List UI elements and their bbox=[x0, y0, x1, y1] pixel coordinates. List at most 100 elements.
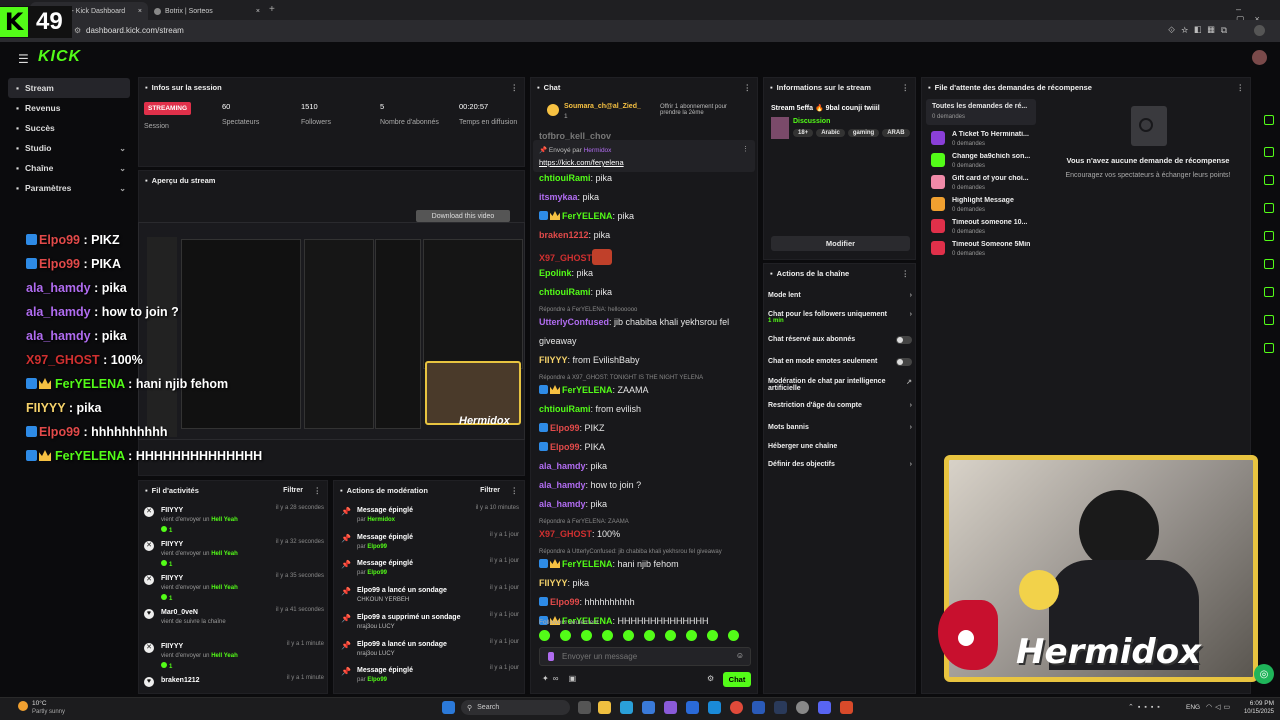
site-info-icon[interactable]: ⚙ bbox=[74, 26, 81, 35]
pinned-link[interactable]: https://kick.com/feryelena bbox=[539, 158, 624, 167]
emote-icon[interactable] bbox=[728, 630, 739, 641]
brave-icon[interactable] bbox=[840, 701, 853, 714]
activity-username[interactable]: FIIYYY bbox=[161, 643, 183, 650]
chat-tools-icons[interactable]: ✦∞ ▣ bbox=[542, 674, 580, 683]
emote-icon[interactable] bbox=[623, 630, 634, 641]
chat-username[interactable]: X97_GHOST bbox=[539, 253, 592, 263]
emote-quick-bar[interactable] bbox=[539, 629, 751, 642]
rail-wrench-icon[interactable] bbox=[1258, 312, 1278, 326]
channel-action-1[interactable]: Chat pour les followers uniquement 1 min › bbox=[768, 311, 912, 324]
moderation-who[interactable]: Elpo99 bbox=[367, 544, 387, 550]
channel-action-8[interactable]: Définir des objectifs › bbox=[768, 461, 912, 468]
system-tray-icons[interactable]: ⌃▪▪▪▪ bbox=[1128, 703, 1164, 711]
toggle-switch[interactable] bbox=[896, 358, 912, 366]
file-explorer-icon[interactable] bbox=[598, 701, 611, 714]
chrome-icon[interactable] bbox=[730, 701, 743, 714]
chat-username[interactable]: UtterlyConfused bbox=[539, 317, 609, 327]
rail-edit-icon[interactable] bbox=[1258, 112, 1278, 126]
chat-username[interactable]: Elpo99 bbox=[550, 423, 580, 433]
activity-filter-button[interactable]: Filtrer bbox=[283, 487, 303, 494]
emoji-picker-icon[interactable]: ☺ bbox=[736, 651, 744, 660]
browser-profile-avatar[interactable] bbox=[1254, 25, 1265, 36]
chat-username[interactable]: ala_hamdy bbox=[539, 480, 586, 490]
task-view-icon[interactable] bbox=[578, 701, 591, 714]
edge-icon[interactable] bbox=[620, 701, 633, 714]
weather-desc[interactable]: Partly sunny bbox=[32, 709, 65, 715]
sidebar-item-parametres[interactable]: ▪ Paramètres ⌄ bbox=[0, 178, 134, 198]
rail-ban-icon[interactable] bbox=[1258, 144, 1278, 158]
reward-item[interactable]: A Ticket To Herminati... 0 demandes bbox=[931, 131, 1041, 151]
floating-action-button[interactable]: ◎ bbox=[1254, 664, 1274, 684]
all-requests-item[interactable]: Toutes les demandes de ré... 0 demandes bbox=[926, 99, 1036, 125]
close-tab-icon[interactable]: × bbox=[138, 8, 142, 15]
emote-icon[interactable] bbox=[602, 630, 613, 641]
chat-settings-icon[interactable]: ⚙ bbox=[707, 674, 714, 683]
channel-action-3[interactable]: Chat en mode emotes seulement bbox=[768, 358, 912, 366]
obs-icon[interactable] bbox=[796, 701, 809, 714]
chat-input-box[interactable]: ☺ bbox=[539, 647, 751, 666]
kick-logo[interactable]: KICK bbox=[38, 48, 81, 66]
language-indicator[interactable]: ENG bbox=[1186, 704, 1200, 711]
mail-icon[interactable] bbox=[708, 701, 721, 714]
moderation-who[interactable]: CHKOUN YERBEH bbox=[357, 597, 409, 603]
sidebar-item-stream[interactable]: ▪ Stream bbox=[8, 78, 130, 98]
gift-sub-cta[interactable]: Offrir 1 abonnement pour prendre la 2ème bbox=[660, 104, 740, 116]
moderation-who[interactable]: nraj3ou LUCY bbox=[357, 624, 395, 630]
steam-icon[interactable] bbox=[774, 701, 787, 714]
app-icon[interactable] bbox=[664, 701, 677, 714]
address-bar[interactable] bbox=[0, 20, 1280, 42]
sidebar-item-chaine[interactable]: ▪ Chaîne ⌄ bbox=[0, 158, 134, 178]
more-options-icon[interactable]: ⋮ bbox=[314, 486, 322, 495]
url-text[interactable]: dashboard.kick.com/stream bbox=[86, 26, 184, 35]
channel-action-7[interactable]: Héberger une chaîne bbox=[768, 443, 912, 450]
emote-icon[interactable] bbox=[707, 630, 718, 641]
reward-item[interactable]: Timeout Someone 5Min 0 demandes bbox=[931, 241, 1041, 261]
chat-username[interactable]: braken1212 bbox=[539, 230, 589, 240]
clock-date[interactable]: 10/15/2025 bbox=[1240, 709, 1274, 715]
chat-username[interactable]: FerYELENA bbox=[562, 211, 613, 221]
emote-icon[interactable] bbox=[665, 630, 676, 641]
rail-chat-icon[interactable] bbox=[1258, 228, 1278, 242]
moderation-who[interactable]: nraj3ou LUCY bbox=[357, 651, 395, 657]
chat-username[interactable]: FerYELENA bbox=[562, 559, 613, 569]
sidebar-item-succes[interactable]: ▪ Succès bbox=[0, 118, 134, 138]
new-tab-icon[interactable]: + bbox=[269, 4, 275, 15]
edit-stream-info-button[interactable]: Modifier bbox=[771, 236, 910, 251]
store-icon[interactable] bbox=[642, 701, 655, 714]
clock-time[interactable]: 6:09 PM bbox=[1244, 700, 1274, 707]
chat-username[interactable]: X97_GHOST bbox=[539, 529, 592, 539]
more-options-icon[interactable]: ⋮ bbox=[511, 83, 519, 92]
category-link[interactable]: Discussion bbox=[793, 118, 830, 125]
chat-username[interactable]: ala_hamdy bbox=[539, 461, 586, 471]
unpin-icon[interactable]: ⋮ bbox=[742, 145, 749, 153]
moderation-filter-button[interactable]: Filtrer bbox=[480, 487, 500, 494]
chat-username[interactable]: FIIYYY bbox=[539, 578, 568, 588]
channel-action-0[interactable]: Mode lent › bbox=[768, 292, 912, 299]
activity-username[interactable]: FIIYYY bbox=[161, 575, 183, 582]
activity-username[interactable]: braken1212 bbox=[161, 677, 200, 684]
activity-username[interactable]: FIIYYY bbox=[161, 507, 183, 514]
sidebar-item-studio[interactable]: ▪ Studio ⌄ bbox=[0, 138, 134, 158]
toggle-switch[interactable] bbox=[896, 336, 912, 344]
chat-username[interactable]: ala_hamdy bbox=[539, 499, 586, 509]
taskbar-search[interactable]: ⚲ Search bbox=[461, 700, 570, 715]
rail-expand-icon[interactable] bbox=[1258, 256, 1278, 270]
activity-username[interactable]: FIIYYY bbox=[161, 541, 183, 548]
reward-item[interactable]: Highlight Message 0 demandes bbox=[931, 197, 1041, 217]
more-options-icon[interactable]: ⋮ bbox=[902, 83, 910, 92]
chat-username[interactable]: Elpo99 bbox=[550, 597, 580, 607]
user-avatar[interactable] bbox=[1252, 50, 1267, 65]
discord-icon[interactable] bbox=[818, 701, 831, 714]
menu-icon[interactable]: ☰ bbox=[18, 52, 29, 66]
reward-item[interactable]: Gift card of your choi... 0 demandes bbox=[931, 175, 1041, 195]
sidebar-item-revenus[interactable]: ▪ Revenus bbox=[0, 98, 134, 118]
emote-icon[interactable] bbox=[686, 630, 697, 641]
chat-username[interactable]: chtiouiRami bbox=[539, 287, 591, 297]
emote-icon[interactable] bbox=[560, 630, 571, 641]
reward-item[interactable]: Timeout someone 10... 0 demandes bbox=[931, 219, 1041, 239]
emote-icon[interactable] bbox=[644, 630, 655, 641]
chat-username[interactable]: Elpo99 bbox=[550, 442, 580, 452]
windows-start-icon[interactable] bbox=[442, 701, 455, 714]
chat-username[interactable]: chtiouiRami bbox=[539, 404, 591, 414]
reward-item[interactable]: Change ba9chich son... 0 demandes bbox=[931, 153, 1041, 173]
